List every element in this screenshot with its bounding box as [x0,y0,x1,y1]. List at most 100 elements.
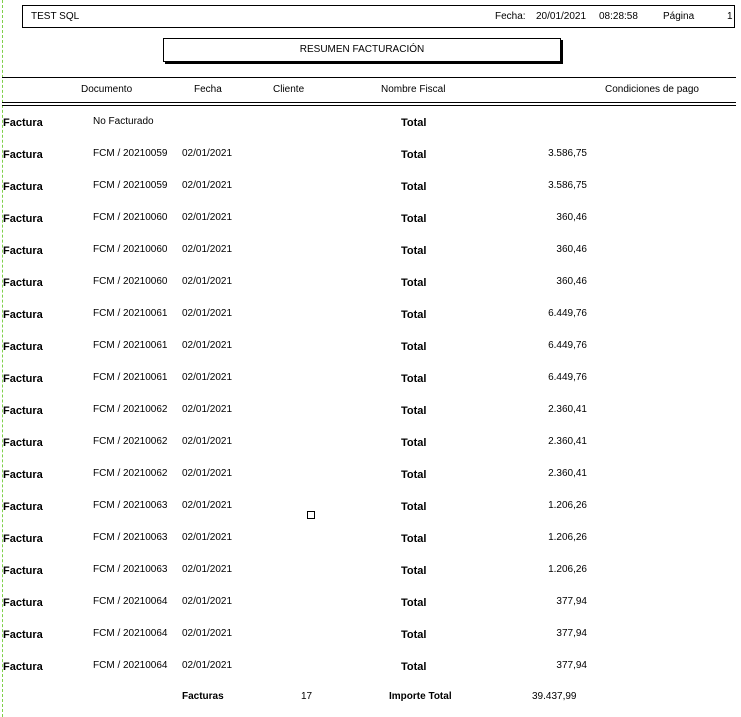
header-bottom-rule-2 [2,105,736,106]
row-importe: 377,94 [556,660,587,671]
row-importe: 3.586,75 [548,180,587,191]
time-value: 08:28:58 [599,11,638,22]
row-fecha: 02/01/2021 [182,660,233,671]
row-fecha: 02/01/2021 [182,628,233,639]
row-total-label: Total [401,341,427,353]
column-header-cliente: Cliente [273,84,305,95]
row-fecha: 02/01/2021 [182,276,233,287]
row-type: Factura [3,213,43,225]
row-documento: FCM / 20210063 [93,564,168,575]
column-header-documento: Documento [81,84,133,95]
row-importe: 6.449,76 [548,372,587,383]
facturas-label: Facturas [182,691,224,702]
table-row: Factura No Facturado Total [0,116,741,136]
row-importe: 6.449,76 [548,308,587,319]
table-row: Factura FCM / 20210060 02/01/2021 Total 360,… [0,244,741,264]
row-documento: FCM / 20210063 [93,500,168,511]
row-type: Factura [3,661,43,673]
table-row: Factura FCM / 20210062 02/01/2021 Total 2.36… [0,404,741,424]
row-type: Factura [3,597,43,609]
row-total-label: Total [401,117,427,129]
table-row: Factura FCM / 20210059 02/01/2021 Total 3.58… [0,180,741,200]
selection-handle[interactable] [307,511,315,519]
row-type: Factura [3,181,43,193]
table-row: Factura FCM / 20210061 02/01/2021 Total 6.44… [0,340,741,360]
header-top-rule [2,77,736,78]
row-importe: 377,94 [556,596,587,607]
row-fecha: 02/01/2021 [182,244,233,255]
row-documento: FCM / 20210063 [93,532,168,543]
row-total-label: Total [401,437,427,449]
table-row: Factura FCM / 20210064 02/01/2021 Total 377,… [0,596,741,616]
app-title: TEST SQL [31,11,80,22]
row-type: Factura [3,117,43,129]
row-fecha: 02/01/2021 [182,148,233,159]
row-fecha: 02/01/2021 [182,404,233,415]
row-total-label: Total [401,629,427,641]
table-row: Factura FCM / 20210064 02/01/2021 Total 377,… [0,628,741,648]
row-total-label: Total [401,181,427,193]
row-type: Factura [3,565,43,577]
row-fecha: 02/01/2021 [182,212,233,223]
row-fecha: 02/01/2021 [182,532,233,543]
row-total-label: Total [401,149,427,161]
column-header-nombre-fiscal: Nombre Fiscal [381,84,446,95]
row-total-label: Total [401,245,427,257]
table-row: Factura FCM / 20210063 02/01/2021 Total 1.20… [0,532,741,552]
table-row: Factura FCM / 20210063 02/01/2021 Total 1.20… [0,500,741,520]
row-importe: 360,46 [556,244,587,255]
report-title: RESUMEN FACTURACIÓN [163,38,561,62]
row-type: Factura [3,501,43,513]
importe-total-label: Importe Total [389,691,452,702]
row-total-label: Total [401,565,427,577]
row-documento: FCM / 20210062 [93,468,168,479]
row-total-label: Total [401,405,427,417]
row-importe: 1.206,26 [548,564,587,575]
table-row: Factura FCM / 20210061 02/01/2021 Total 6.44… [0,372,741,392]
row-total-label: Total [401,309,427,321]
fecha-value: 20/01/2021 [536,11,587,22]
row-importe: 1.206,26 [548,500,587,511]
row-documento: FCM / 20210061 [93,340,168,351]
row-documento: FCM / 20210064 [93,660,168,671]
row-total-label: Total [401,597,427,609]
row-documento: FCM / 20210059 [93,180,168,191]
table-row: Factura FCM / 20210063 02/01/2021 Total 1.20… [0,564,741,584]
row-importe: 360,46 [556,276,587,287]
row-importe: 1.206,26 [548,532,587,543]
row-documento: FCM / 20210064 [93,628,168,639]
row-type: Factura [3,245,43,257]
row-total-label: Total [401,373,427,385]
row-importe: 360,46 [556,212,587,223]
table-row: Factura FCM / 20210060 02/01/2021 Total 360,… [0,276,741,296]
row-total-label: Total [401,533,427,545]
fecha-label: Fecha: [495,11,526,22]
row-fecha: 02/01/2021 [182,180,233,191]
row-type: Factura [3,277,43,289]
row-fecha: 02/01/2021 [182,564,233,575]
table-row: Factura FCM / 20210059 02/01/2021 Total 3.58… [0,148,741,168]
row-documento: FCM / 20210061 [93,308,168,319]
row-type: Factura [3,373,43,385]
table-row: Factura FCM / 20210060 02/01/2021 Total 360,… [0,212,741,232]
row-documento: FCM / 20210061 [93,372,168,383]
header-bottom-rule-1 [2,102,736,103]
row-total-label: Total [401,213,427,225]
row-documento: FCM / 20210060 [93,276,168,287]
row-type: Factura [3,629,43,641]
row-fecha: 02/01/2021 [182,308,233,319]
importe-total-value: 39.437,99 [532,691,577,702]
row-documento: FCM / 20210060 [93,212,168,223]
row-total-label: Total [401,469,427,481]
column-header-fecha: Fecha [194,84,222,95]
pagina-value: 1 [727,11,733,22]
row-fecha: 02/01/2021 [182,340,233,351]
row-documento: FCM / 20210062 [93,404,168,415]
table-row: Factura FCM / 20210061 02/01/2021 Total 6.44… [0,308,741,328]
row-importe: 2.360,41 [548,404,587,415]
row-importe: 2.360,41 [548,436,587,447]
column-header-condiciones: Condiciones de pago [605,84,699,95]
row-type: Factura [3,533,43,545]
table-row: Factura FCM / 20210062 02/01/2021 Total 2.36… [0,468,741,488]
table-row: Factura FCM / 20210062 02/01/2021 Total 2.36… [0,436,741,456]
